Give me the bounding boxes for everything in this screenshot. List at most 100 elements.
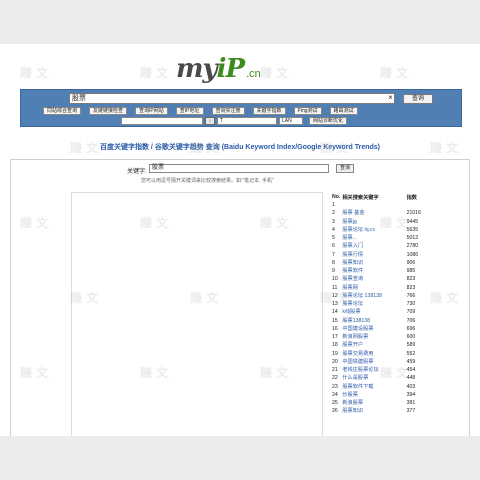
logo-my-text: my: [176, 54, 218, 84]
row-keyword[interactable]: 股票知识: [341, 259, 405, 267]
row-number: 19: [332, 350, 338, 357]
table-body: 1 2 股票 基金 21016 3 股票jg 9445 4 股票论坛 lq.cc 5635 5 股票.…: [331, 201, 431, 416]
row-index: 2780: [406, 243, 419, 250]
row-keyword[interactable]: 股票jg: [341, 218, 405, 226]
table-row: 10 股票查询 823: [331, 275, 431, 283]
row-index: 459: [406, 358, 416, 365]
tool-tab-ip-address[interactable]: 查IP地址: [175, 107, 204, 115]
watermark-text: 赚 文: [380, 66, 409, 80]
table-row: 7 股票行情 1086: [331, 251, 431, 259]
row-number: 24: [332, 391, 338, 398]
row-index: 377: [406, 408, 416, 415]
row-keyword[interactable]: 中国建设股票: [341, 325, 405, 333]
header-keyword: 相关搜索关键字: [342, 194, 379, 201]
row-number: 7: [332, 251, 335, 258]
tool-tabs: 同站综合查询 友链链接检查 查询IP网站 查IP地址 查询买注册 关键字指数 P…: [43, 107, 358, 115]
row-keyword[interactable]: [341, 201, 405, 209]
row-index: 5635: [406, 226, 419, 233]
keyword-input[interactable]: 股票: [149, 164, 329, 173]
row-keyword[interactable]: 新浪网股票: [341, 333, 405, 341]
row-keyword[interactable]: 新浪股票: [341, 399, 405, 407]
ip-dropdown-icon[interactable]: ↓: [205, 117, 215, 125]
row-keyword[interactable]: 股票...: [341, 234, 405, 242]
row-keyword[interactable]: 股票软件: [341, 267, 405, 275]
row-keyword[interactable]: 股票网: [341, 284, 405, 292]
table-row: 26 股票知识 377: [331, 407, 431, 415]
table-row: 12 股票论坛 138138 766: [331, 292, 431, 300]
page: my iP .cn 股票 × 查询 同站综合查询 友链链接检查 查询IP网站 查…: [0, 44, 480, 436]
main-search-input[interactable]: 股票: [69, 93, 395, 104]
myip-logo[interactable]: my iP .cn: [176, 54, 261, 84]
header-index: 指数: [406, 194, 417, 201]
tool-tab-traceroute[interactable]: 路由测试: [329, 107, 358, 115]
content-panel: 关键字: 股票 查询 您可以用逗号隔开关键词来比较搜索结果。如:"笔记本, 手机…: [10, 159, 470, 436]
table-row: 3 股票jg 9445: [331, 218, 431, 226]
row-index: 394: [406, 391, 416, 398]
row-keyword[interactable]: 老钱庄股票论坛: [341, 366, 405, 374]
row-index: 1086: [406, 251, 419, 258]
row-keyword[interactable]: 股票 基金: [341, 209, 405, 217]
lan-select[interactable]: LAN: [279, 117, 303, 125]
row-keyword[interactable]: 股票论坛: [341, 300, 405, 308]
row-index: 448: [406, 375, 416, 382]
row-keyword[interactable]: 股票开户: [341, 341, 405, 349]
row-keyword[interactable]: 股票交易费用: [341, 350, 405, 358]
table-row: 16 中国建设股票 696: [331, 325, 431, 333]
row-keyword[interactable]: 股票论坛 138138: [341, 292, 405, 300]
logo-ip-text: iP: [216, 54, 245, 84]
row-number: 21: [332, 367, 338, 374]
row-index: 709: [406, 309, 416, 316]
row-keyword[interactable]: 股票软件下载: [341, 383, 405, 391]
table-row: 14 k线股票 709: [331, 308, 431, 316]
clear-search-icon[interactable]: ×: [386, 93, 395, 104]
row-index: 589: [406, 342, 416, 349]
row-keyword[interactable]: 股票入门: [341, 242, 405, 250]
row-keyword[interactable]: 股票138138: [341, 317, 405, 325]
row-number: 2: [332, 210, 335, 217]
row-index: 730: [406, 301, 416, 308]
tool-tab-link-check[interactable]: 友链链接检查: [89, 107, 128, 115]
row-number: 11: [332, 284, 338, 291]
row-index: 696: [406, 325, 416, 332]
ip-second-input[interactable]: T: [217, 117, 277, 125]
watermark-text: 赚 文: [260, 66, 289, 80]
row-number: 4: [332, 226, 335, 233]
table-row: 1: [331, 201, 431, 209]
table-row: 17 新浪网股票 600: [331, 333, 431, 341]
table-row: 4 股票论坛 lq.cc 5635: [331, 226, 431, 234]
row-number: 5: [332, 235, 335, 242]
ip-input[interactable]: [121, 117, 203, 125]
row-number: 6: [332, 243, 335, 250]
row-number: 22: [332, 375, 338, 382]
row-keyword[interactable]: 股票行情: [341, 251, 405, 259]
row-number: 18: [332, 342, 338, 349]
tool-tab-site-query[interactable]: 同站综合查询: [43, 107, 82, 115]
site-diagnosis-button[interactable]: 网站诊断优化: [309, 117, 348, 125]
row-keyword[interactable]: k线股票: [341, 308, 405, 316]
table-row: 6 股票入门 2780: [331, 242, 431, 250]
tool-tab-ping[interactable]: Ping测试: [293, 107, 322, 115]
row-index: 600: [406, 334, 416, 341]
row-keyword[interactable]: 股票论坛 lq.cc: [341, 226, 405, 234]
tool-tab-ip-sites[interactable]: 查询IP网站: [135, 107, 168, 115]
row-keyword[interactable]: 股票查询: [341, 275, 405, 283]
row-keyword[interactable]: 什么是股票: [341, 374, 405, 382]
table-row: 20 中国铁建股票 459: [331, 358, 431, 366]
keyword-query-button[interactable]: 查询: [336, 164, 354, 173]
top-margin: [0, 0, 480, 44]
main-query-button[interactable]: 查询: [403, 93, 433, 104]
row-index: 9445: [406, 218, 419, 225]
row-index: 381: [406, 400, 416, 407]
row-index: 706: [406, 317, 416, 324]
row-number: 8: [332, 259, 335, 266]
tool-tab-registration[interactable]: 查询买注册: [211, 107, 245, 115]
tool-tab-keyword-index[interactable]: 关键字指数: [252, 107, 286, 115]
table-row: 23 股票软件下载 403: [331, 383, 431, 391]
row-number: 14: [332, 309, 338, 316]
row-keyword[interactable]: 炒股票: [341, 391, 405, 399]
row-keyword[interactable]: 中国铁建股票: [341, 358, 405, 366]
row-keyword[interactable]: 股票知识: [341, 407, 405, 415]
row-number: 15: [332, 317, 338, 324]
row-number: 9: [332, 268, 335, 275]
table-row: 8 股票知识 906: [331, 259, 431, 267]
